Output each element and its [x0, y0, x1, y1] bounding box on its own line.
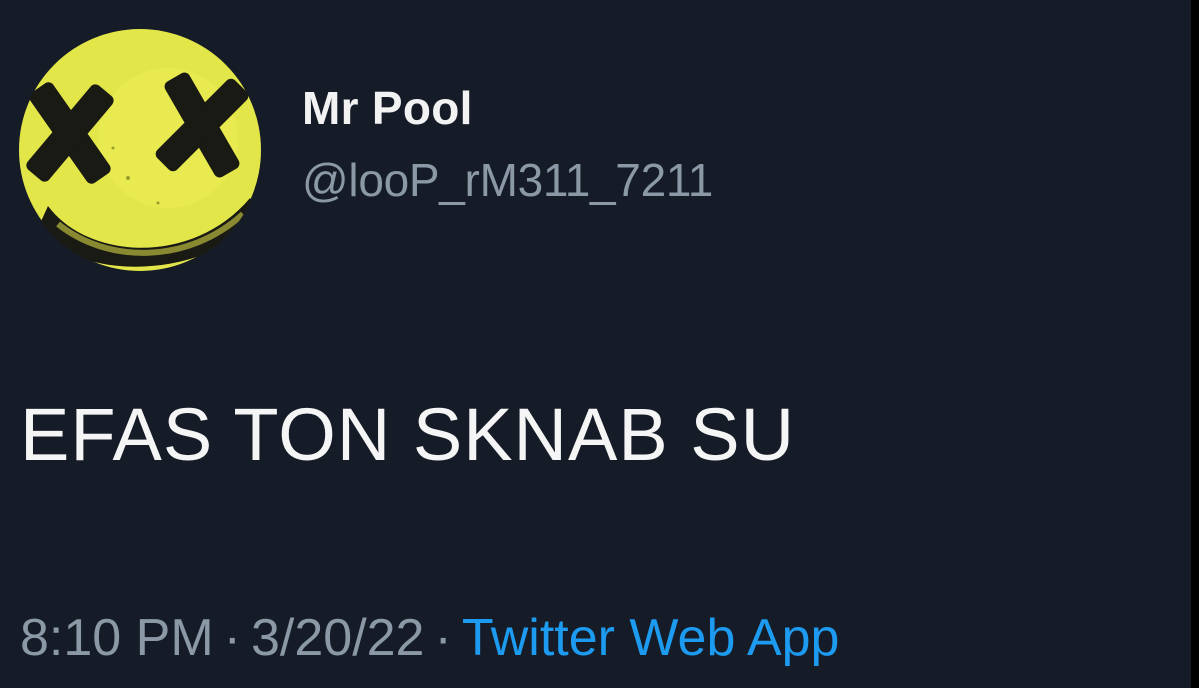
tweet-date[interactable]: 3/20/22 — [251, 609, 425, 667]
avatar[interactable] — [18, 28, 262, 272]
edge-divider — [1191, 0, 1199, 688]
meta-separator: · — [434, 609, 452, 667]
smiley-face-x-eyes-icon — [18, 28, 262, 272]
user-names: Mr Pool @looP_rM311_7211 — [302, 80, 713, 208]
display-name[interactable]: Mr Pool — [302, 80, 713, 136]
user-handle[interactable]: @looP_rM311_7211 — [302, 152, 713, 208]
tweet-time[interactable]: 8:10 PM — [20, 609, 214, 667]
tweet-text: EFAS TON SKNAB SU — [20, 393, 796, 476]
meta-separator: · — [223, 609, 241, 667]
tweet-header: Mr Pool @looP_rM311_7211 — [18, 28, 713, 272]
tweet-source-link[interactable]: Twitter Web App — [462, 609, 840, 667]
tweet-card: Mr Pool @looP_rM311_7211 EFAS TON SKNAB … — [0, 0, 1199, 688]
tweet-meta: 8:10 PM · 3/20/22 · Twitter Web App — [20, 606, 839, 670]
